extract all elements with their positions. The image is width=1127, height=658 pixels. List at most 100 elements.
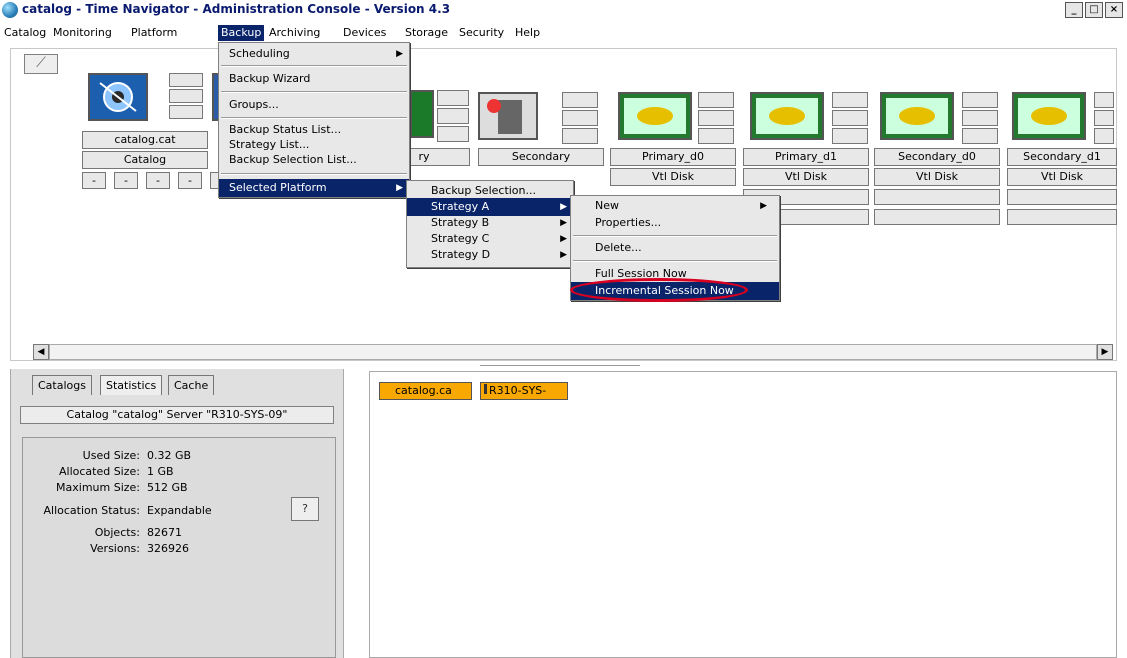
- maximize-button[interactable]: □: [1085, 2, 1103, 18]
- tab-statistics[interactable]: Statistics: [100, 375, 163, 395]
- menu-devices[interactable]: Devices: [340, 25, 389, 41]
- tile-slot: [832, 110, 868, 126]
- menu-item-scheduling[interactable]: Scheduling ▶: [219, 45, 409, 63]
- minimize-button[interactable]: _: [1065, 2, 1083, 18]
- catalog-header: Catalog "catalog" Server "R310-SYS-09": [20, 406, 334, 424]
- tab-catalogs[interactable]: Catalogs: [32, 375, 92, 395]
- statistics-box: Used Size: 0.32 GB Allocated Size: 1 GB …: [22, 437, 336, 658]
- device-name[interactable]: Secondary_d0: [874, 148, 1000, 166]
- highlight-ellipse: [570, 278, 748, 302]
- disk-icon[interactable]: [880, 92, 954, 140]
- tile-slot: [832, 128, 868, 144]
- minus-button[interactable]: -: [146, 172, 170, 189]
- menu-item-backup-wizard[interactable]: Backup Wizard: [219, 70, 409, 88]
- menu-platform[interactable]: Platform: [128, 25, 180, 41]
- close-button[interactable]: ×: [1105, 2, 1123, 18]
- satellite-icon: [90, 75, 146, 119]
- tile-slot: [1094, 110, 1114, 126]
- menu-storage[interactable]: Storage: [402, 25, 451, 41]
- stat-value: 0.32 GB: [147, 449, 192, 462]
- tile-slot: [698, 92, 734, 108]
- stat-value: 82671: [147, 526, 182, 539]
- server-chip[interactable]: R310-SYS-: [480, 382, 568, 400]
- catalog-icon: [88, 73, 148, 121]
- stat-value: 1 GB: [147, 465, 174, 478]
- catalog-name-label[interactable]: catalog.cat: [82, 131, 208, 149]
- tree-panel: [369, 371, 1117, 658]
- minus-button[interactable]: -: [82, 172, 106, 189]
- vls-icon[interactable]: [410, 90, 434, 138]
- tile-slot: [562, 110, 598, 126]
- tile-blank: [1007, 189, 1117, 205]
- backup-menu: Scheduling ▶ Backup Wizard Groups... Back…: [218, 42, 410, 198]
- scroll-left-arrow[interactable]: ◀: [33, 344, 49, 360]
- stat-value: Expandable: [147, 504, 212, 517]
- menu-item-groups[interactable]: Groups...: [219, 96, 409, 114]
- scroll-right-arrow[interactable]: ▶: [1097, 344, 1113, 360]
- menu-catalog[interactable]: Catalog: [1, 25, 49, 41]
- tab-cache[interactable]: Cache: [168, 375, 215, 395]
- menu-separator: [221, 91, 407, 93]
- menu-security[interactable]: Security: [456, 25, 507, 41]
- menu-item-delete[interactable]: Delete...: [571, 239, 779, 257]
- chevron-right-icon: ▶: [760, 201, 767, 211]
- menu-item-selected-platform[interactable]: Selected Platform ▶: [219, 179, 409, 197]
- menu-archiving[interactable]: Archiving: [266, 25, 323, 41]
- device-type[interactable]: Vtl Disk: [874, 168, 1000, 186]
- tile-slot: [698, 110, 734, 126]
- device-type[interactable]: Vtl Disk: [743, 168, 869, 186]
- menu-separator: [221, 173, 407, 175]
- device-type[interactable]: Vtl Disk: [1007, 168, 1117, 186]
- device-type[interactable]: Vtl Disk: [610, 168, 736, 186]
- menu-separator: [221, 65, 407, 67]
- menu-item-backup-selection-list[interactable]: Backup Selection List...: [219, 151, 409, 169]
- menu-item-properties[interactable]: Properties...: [571, 214, 779, 232]
- tile-slot: [437, 108, 469, 124]
- menu-bar: Catalog Monitoring Platform Backup Archi…: [0, 22, 1127, 43]
- menu-separator: [573, 235, 777, 237]
- tile-slot: [169, 73, 203, 87]
- tile-slot: [562, 92, 598, 108]
- stat-label: Used Size:: [82, 449, 140, 462]
- stat-label: Objects:: [94, 526, 140, 539]
- stat-value: 326926: [147, 542, 189, 555]
- tile-blank: [874, 209, 1000, 225]
- minus-button[interactable]: -: [114, 172, 138, 189]
- tile-slot: [169, 89, 203, 103]
- tile-slot: [437, 90, 469, 106]
- device-name[interactable]: Secondary: [478, 148, 604, 166]
- server-icon[interactable]: [478, 92, 538, 140]
- zigzag-icon[interactable]: ⟋: [24, 54, 58, 74]
- title-bar: catalog - Time Navigator - Administratio…: [0, 0, 1127, 20]
- menu-item-strategy-d[interactable]: Strategy D ▶: [407, 246, 573, 264]
- disk-icon[interactable]: [618, 92, 692, 140]
- tile-slot: [962, 92, 998, 108]
- tile-slot: [169, 105, 203, 119]
- menu-monitoring[interactable]: Monitoring: [50, 25, 115, 41]
- help-button[interactable]: ?: [291, 497, 319, 521]
- menu-backup[interactable]: Backup: [218, 25, 265, 41]
- horizontal-scrollbar[interactable]: [49, 344, 1097, 360]
- tile-slot: [562, 128, 598, 144]
- tile-slot: [1094, 92, 1114, 108]
- device-name[interactable]: Primary_d0: [610, 148, 736, 166]
- catalog-type-label[interactable]: Catalog: [82, 151, 208, 169]
- stat-label: Allocated Size:: [58, 465, 140, 478]
- stat-value: 512 GB: [147, 481, 188, 494]
- device-name[interactable]: Primary_d1: [743, 148, 869, 166]
- tile-slot: [832, 92, 868, 108]
- menu-item-new[interactable]: New ▶: [571, 197, 779, 215]
- disk-icon[interactable]: [1012, 92, 1086, 140]
- tile-blank: [874, 189, 1000, 205]
- splitter[interactable]: [480, 365, 640, 366]
- tile-slot: [962, 128, 998, 144]
- catalog-chip[interactable]: catalog.ca: [379, 382, 472, 400]
- chevron-right-icon: ▶: [396, 183, 403, 193]
- disk-icon[interactable]: [750, 92, 824, 140]
- device-name[interactable]: Secondary_d1: [1007, 148, 1117, 166]
- minus-button[interactable]: -: [178, 172, 202, 189]
- stat-label: Versions:: [90, 542, 140, 555]
- chevron-right-icon: ▶: [560, 250, 567, 260]
- window-title: catalog - Time Navigator - Administratio…: [22, 2, 451, 16]
- menu-help[interactable]: Help: [512, 25, 543, 41]
